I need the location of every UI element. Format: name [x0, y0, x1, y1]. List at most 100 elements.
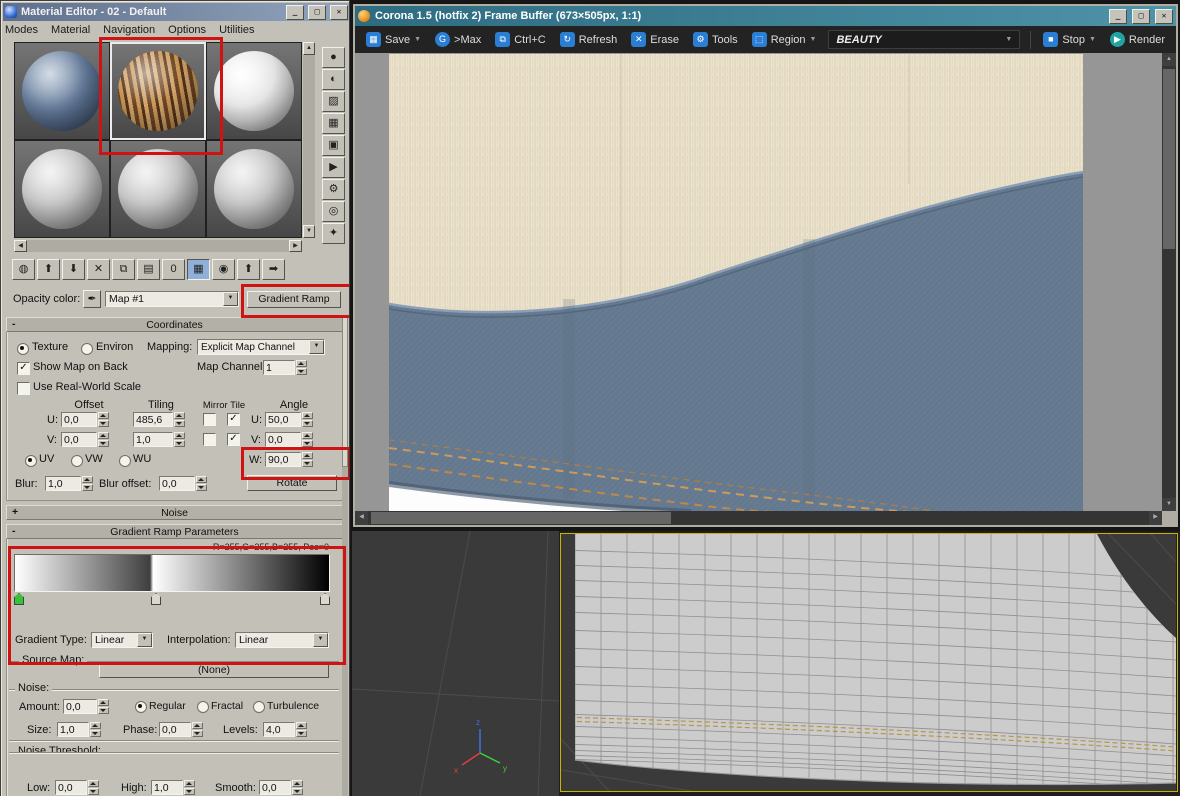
make-preview-icon[interactable]: ▶ [322, 157, 345, 178]
v-angle-spinner[interactable] [302, 432, 313, 447]
v-offset-field[interactable]: 0,0 [61, 432, 97, 447]
w-angle-field[interactable]: 90,0 [265, 452, 301, 467]
scroll-left-icon[interactable]: ◀ [14, 240, 27, 252]
blur-spinner[interactable] [82, 476, 93, 491]
wu-radio[interactable] [119, 455, 131, 467]
scrollbar-thumb[interactable] [1163, 69, 1175, 249]
coordinates-rollout-header[interactable]: - Coordinates [6, 317, 343, 332]
levels-spinner[interactable] [296, 722, 307, 737]
scroll-right-icon[interactable]: ▶ [1149, 511, 1162, 525]
menu-utilities[interactable]: Utilities [219, 24, 254, 36]
scrollbar-thumb[interactable] [371, 512, 671, 524]
go-to-parent-icon[interactable]: ⬆ [237, 259, 260, 280]
assign-material-to-selection-icon[interactable]: ⬇ [62, 259, 85, 280]
chevron-down-icon[interactable]: ▼ [1089, 36, 1096, 43]
map-type-button[interactable]: Gradient Ramp [247, 291, 341, 308]
u-tile-checkbox[interactable]: ✓ [227, 413, 240, 426]
smooth-spinner[interactable] [292, 780, 303, 795]
amount-spinner[interactable] [98, 699, 109, 714]
material-id-channel-icon[interactable]: 0 [162, 259, 185, 280]
smooth-field[interactable]: 0,0 [259, 780, 291, 795]
put-material-to-scene-icon[interactable]: ⬆ [37, 259, 60, 280]
size-field[interactable]: 1,0 [57, 722, 89, 737]
map-name-dropdown[interactable]: Map #1 ▼ [105, 291, 239, 307]
rotate-button[interactable]: Rotate [247, 475, 337, 491]
menu-modes[interactable]: Modes [5, 24, 38, 36]
map-channel-spinner[interactable] [296, 360, 307, 375]
interpolation-dropdown[interactable]: Linear ▼ [235, 632, 329, 648]
material-slot-5[interactable] [110, 140, 206, 238]
blur-offset-field[interactable]: 0,0 [159, 476, 195, 491]
chevron-down-icon[interactable]: ▼ [1005, 36, 1012, 43]
u-angle-spinner[interactable] [302, 412, 313, 427]
scroll-up-icon[interactable]: ▲ [1162, 53, 1176, 66]
stop-button[interactable]: ■ Stop ▼ [1037, 30, 1102, 49]
u-angle-field[interactable]: 50,0 [265, 412, 301, 427]
copy-button[interactable]: ⧉ Ctrl+C [489, 30, 551, 49]
scroll-left-icon[interactable]: ◀ [355, 511, 368, 525]
show-map-in-viewport-icon[interactable]: ▦ [187, 259, 210, 280]
slots-horizontal-scrollbar[interactable]: ◀ ▶ [14, 240, 302, 252]
expand-icon[interactable]: + [12, 506, 18, 518]
low-spinner[interactable] [88, 780, 99, 795]
material-slot-6[interactable] [206, 140, 302, 238]
frame-buffer-vertical-scrollbar[interactable]: ▲ ▼ [1162, 53, 1176, 511]
go-forward-sibling-icon[interactable]: ➡ [262, 259, 285, 280]
regular-radio[interactable] [135, 701, 147, 713]
scroll-down-icon[interactable]: ▼ [303, 225, 315, 238]
parameters-scrollbar[interactable] [342, 317, 348, 796]
save-button[interactable]: ▦ Save ▼ [360, 30, 427, 49]
low-field[interactable]: 0,0 [55, 780, 87, 795]
material-editor-titlebar[interactable]: Material Editor - 02 - Default _ □ ✕ [3, 3, 350, 21]
phase-spinner[interactable] [192, 722, 203, 737]
maximize-button[interactable]: □ [308, 5, 326, 20]
viewport-left[interactable]: z x y [352, 531, 559, 796]
chevron-down-icon[interactable]: ▼ [223, 292, 238, 306]
get-material-icon[interactable]: ◍ [12, 259, 35, 280]
chevron-down-icon[interactable]: ▼ [414, 36, 421, 43]
size-spinner[interactable] [90, 722, 101, 737]
uv-radio[interactable] [25, 455, 37, 467]
use-real-world-scale-checkbox[interactable] [17, 382, 30, 395]
frame-buffer-titlebar[interactable]: Corona 1.5 (hotfix 2) Frame Buffer (673×… [355, 6, 1176, 26]
u-offset-spinner[interactable] [98, 412, 109, 427]
select-by-material-icon[interactable]: ◎ [322, 201, 345, 222]
chevron-down-icon[interactable]: ▼ [313, 633, 328, 647]
reset-map-icon[interactable]: ✕ [87, 259, 110, 280]
material-map-navigator-icon[interactable]: ✦ [322, 223, 345, 244]
source-map-button[interactable]: (None) [99, 662, 329, 678]
sample-type-icon[interactable]: ● [322, 47, 345, 68]
texture-radio[interactable] [17, 343, 29, 355]
phase-field[interactable]: 0,0 [159, 722, 191, 737]
u-offset-field[interactable]: 0,0 [61, 412, 97, 427]
high-spinner[interactable] [184, 780, 195, 795]
gradient-type-dropdown[interactable]: Linear ▼ [91, 632, 153, 648]
frame-buffer-horizontal-scrollbar[interactable]: ◀ ▶ [355, 511, 1162, 525]
v-mirror-checkbox[interactable] [203, 433, 216, 446]
fractal-radio[interactable] [197, 701, 209, 713]
material-slot-4[interactable] [14, 140, 110, 238]
close-button[interactable]: ✕ [330, 5, 348, 20]
menu-navigation[interactable]: Navigation [103, 24, 155, 36]
blur-field[interactable]: 1,0 [45, 476, 81, 491]
blur-offset-spinner[interactable] [196, 476, 207, 491]
minimize-button[interactable]: _ [286, 5, 304, 20]
u-tiling-field[interactable]: 485,6 [133, 412, 173, 427]
mapping-dropdown[interactable]: Explicit Map Channel ▼ [197, 339, 325, 355]
w-angle-spinner[interactable] [302, 452, 313, 467]
environ-radio[interactable] [81, 343, 93, 355]
viewport-active[interactable] [560, 533, 1178, 792]
levels-field[interactable]: 4,0 [263, 722, 295, 737]
chevron-down-icon[interactable]: ▼ [137, 633, 152, 647]
v-offset-spinner[interactable] [98, 432, 109, 447]
menu-material[interactable]: Material [51, 24, 90, 36]
to-max-button[interactable]: G >Max [429, 30, 487, 49]
render-element-dropdown[interactable]: BEAUTY ▼ [828, 30, 1020, 49]
u-tiling-spinner[interactable] [174, 412, 185, 427]
video-color-check-icon[interactable]: ▣ [322, 135, 345, 156]
scroll-right-icon[interactable]: ▶ [289, 240, 302, 252]
collapse-icon[interactable]: - [12, 318, 16, 330]
u-mirror-checkbox[interactable] [203, 413, 216, 426]
make-material-copy-icon[interactable]: ⧉ [112, 259, 135, 280]
high-field[interactable]: 1,0 [151, 780, 183, 795]
